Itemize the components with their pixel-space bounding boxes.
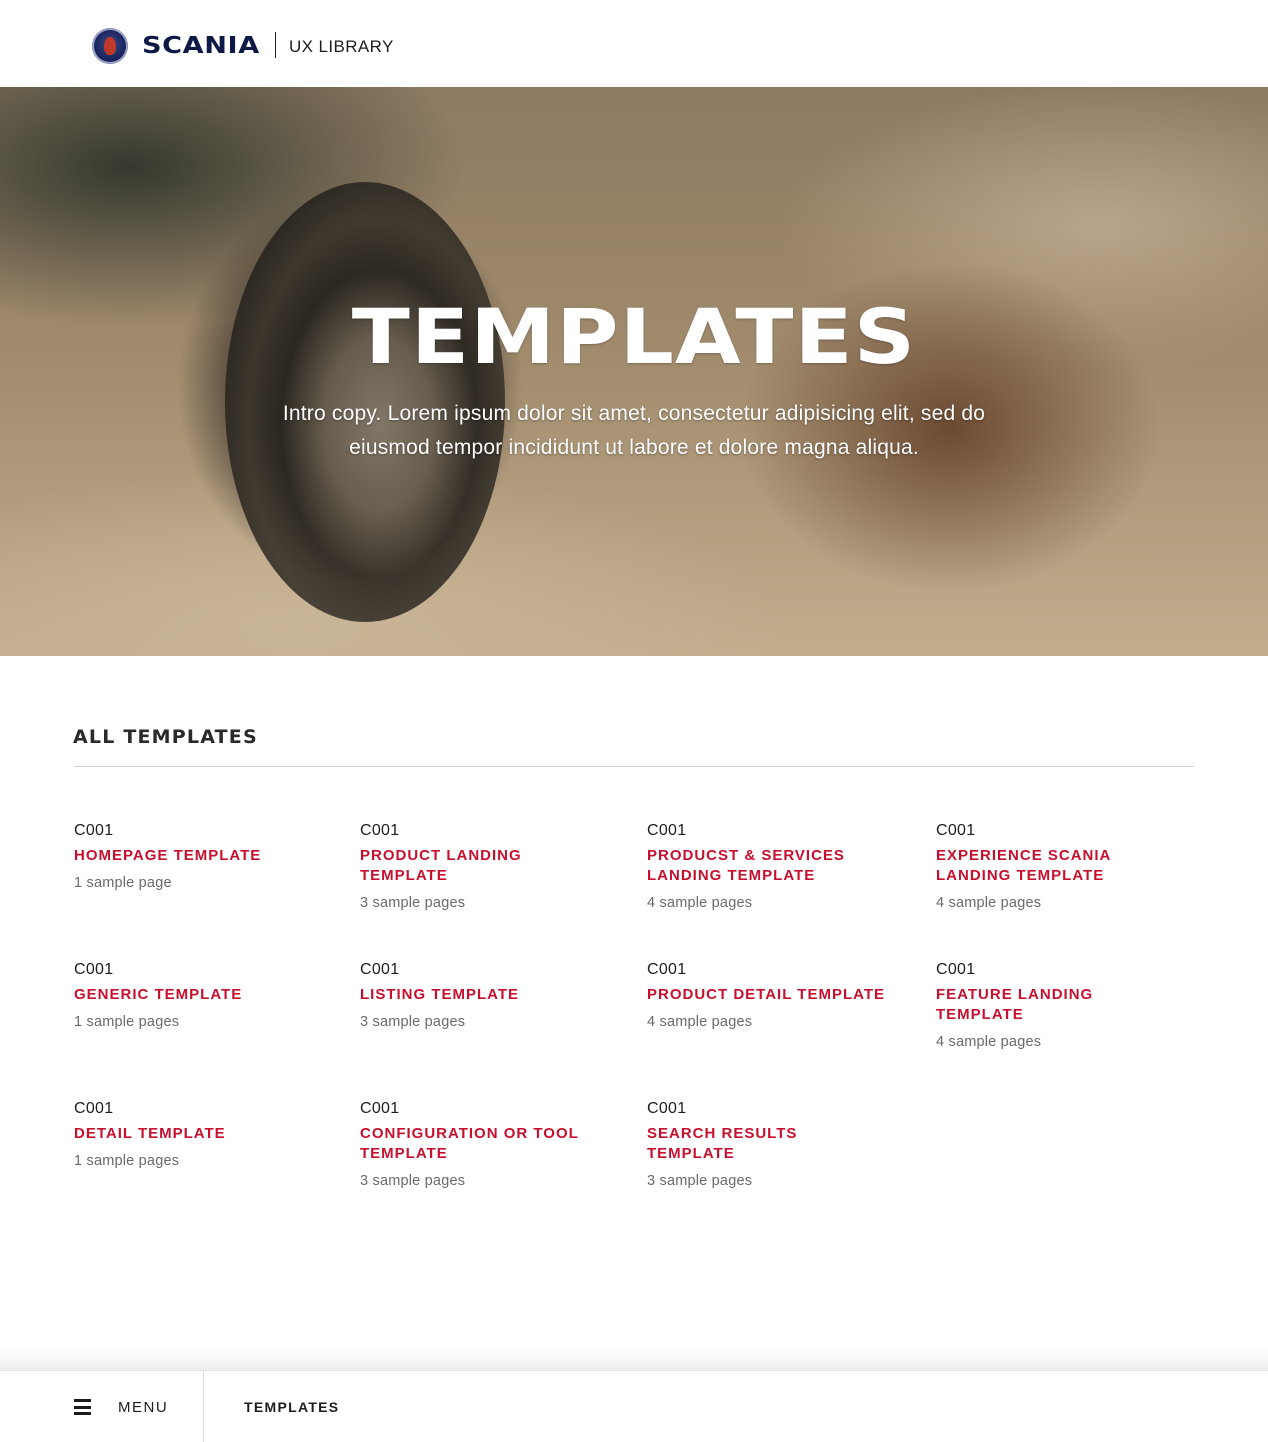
bottom-nav-bar: MENU TEMPLATES [0,1370,1268,1442]
menu-button[interactable]: MENU [0,1371,204,1442]
brand-wordmark: SCANIA [142,33,260,59]
template-sample-count: 1 sample pages [74,1014,180,1030]
template-sample-count: 4 sample pages [647,1014,753,1030]
template-link[interactable]: DETAIL TEMPLATE [74,1124,324,1144]
template-code: C001 [936,961,976,978]
template-sample-count: 1 sample page [74,875,172,891]
home-logo-link[interactable]: SCANIA UX LIBRARY [92,28,393,64]
template-sample-count: 3 sample pages [360,1173,466,1189]
template-link[interactable]: PRODUCT LANDING TEMPLATE [360,846,560,886]
template-code: C001 [936,822,976,839]
template-link[interactable]: EXPERIENCE SCANIA LANDING TEMPLATE [936,846,1136,886]
template-sample-count: 3 sample pages [360,895,466,911]
template-card: C001 HOMEPAGE TEMPLATE 1 sample page [74,821,324,893]
template-card: C001 FEATURE LANDING TEMPLATE 4 sample p… [936,960,1186,1052]
template-card: C001 DETAIL TEMPLATE 1 sample pages [74,1099,324,1171]
template-code: C001 [647,1100,687,1117]
template-card: C001 LISTING TEMPLATE 3 sample pages [360,960,610,1032]
template-link[interactable]: FEATURE LANDING TEMPLATE [936,985,1116,1025]
hamburger-menu-icon [74,1399,91,1415]
template-code: C001 [360,822,400,839]
template-card: C001 PRODUCT LANDING TEMPLATE 3 sample p… [360,821,610,913]
template-sample-count: 3 sample pages [360,1014,466,1030]
template-card: C001 PRODUCST & SERVICES LANDING TEMPLAT… [647,821,897,913]
template-sample-count: 4 sample pages [936,895,1042,911]
template-code: C001 [74,961,114,978]
hero-banner: TEMPLATES Intro copy. Lorem ipsum dolor … [0,87,1268,656]
bottom-bar-shadow [0,1348,1268,1370]
template-code: C001 [360,1100,400,1117]
logo-divider [275,32,276,58]
template-link[interactable]: CONFIGURATION OR TOOL TEMPLATE [360,1124,590,1164]
template-card: C001 CONFIGURATION OR TOOL TEMPLATE 3 sa… [360,1099,610,1191]
template-link[interactable]: GENERIC TEMPLATE [74,985,324,1005]
template-code: C001 [74,822,114,839]
template-card: C001 SEARCH RESULTS TEMPLATE 3 sample pa… [647,1099,897,1191]
current-page-breadcrumb: TEMPLATES [244,1399,340,1415]
product-name: UX LIBRARY [289,37,394,56]
site-header: SCANIA UX LIBRARY [0,0,1268,87]
menu-label: MENU [118,1399,169,1416]
template-card: C001 PRODUCT DETAIL TEMPLATE 4 sample pa… [647,960,907,1032]
template-link[interactable]: PRODUCT DETAIL TEMPLATE [647,985,907,1005]
scania-griffin-logo-icon [92,28,128,64]
template-sample-count: 1 sample pages [74,1153,180,1169]
template-link[interactable]: SEARCH RESULTS TEMPLATE [647,1124,817,1164]
template-sample-count: 3 sample pages [647,1173,753,1189]
template-code: C001 [647,822,687,839]
template-code: C001 [647,961,687,978]
template-link[interactable]: LISTING TEMPLATE [360,985,610,1005]
hero-intro-text: Intro copy. Lorem ipsum dolor sit amet, … [282,402,986,459]
template-sample-count: 4 sample pages [936,1034,1042,1050]
template-sample-count: 4 sample pages [647,895,753,911]
section-title: ALL TEMPLATES [73,726,258,748]
template-code: C001 [360,961,400,978]
template-link[interactable]: HOMEPAGE TEMPLATE [74,846,324,866]
template-card: C001 EXPERIENCE SCANIA LANDING TEMPLATE … [936,821,1186,913]
template-link[interactable]: PRODUCST & SERVICES LANDING TEMPLATE [647,846,862,886]
section-divider [74,766,1194,767]
template-code: C001 [74,1100,114,1117]
template-card: C001 GENERIC TEMPLATE 1 sample pages [74,960,324,1032]
page-title: TEMPLATES [351,292,917,381]
